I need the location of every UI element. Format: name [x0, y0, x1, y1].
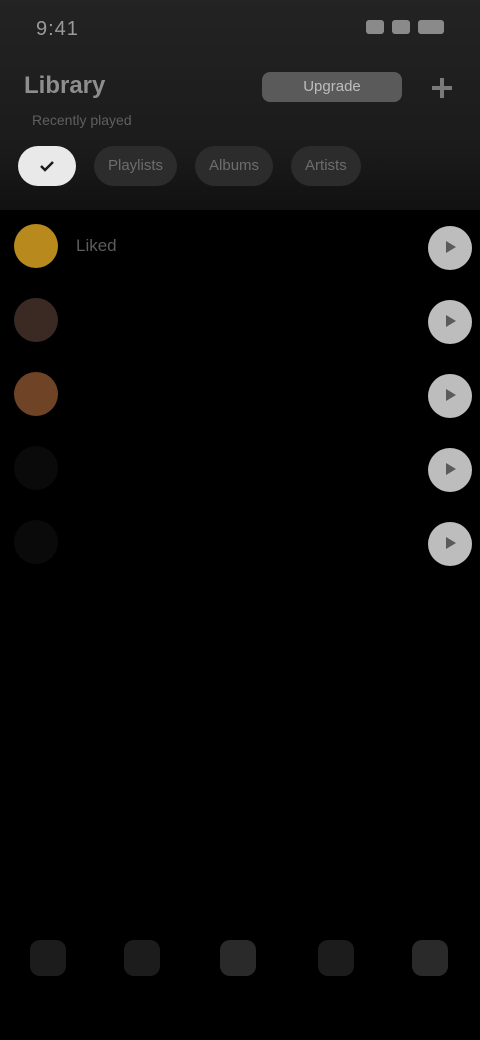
play-icon: [442, 313, 458, 332]
nav-radio[interactable]: [306, 940, 366, 1020]
item-artwork: [14, 298, 58, 342]
home-icon: [30, 940, 66, 976]
signal-icon: [366, 20, 384, 34]
play-icon: [442, 535, 458, 554]
check-icon: [38, 157, 56, 174]
nav-library[interactable]: [208, 940, 268, 1020]
play-icon: [442, 461, 458, 480]
play-button[interactable]: [428, 300, 472, 344]
item-artwork: [14, 520, 58, 564]
list-item[interactable]: [0, 284, 480, 358]
status-bar: 9:41: [0, 0, 480, 60]
item-artwork: [14, 372, 58, 416]
item-artwork: [14, 224, 58, 268]
item-artwork: [14, 446, 58, 490]
page-title: Library: [24, 72, 106, 99]
tab-playlists[interactable]: Playlists: [94, 146, 178, 186]
list-item[interactable]: [0, 506, 480, 580]
tab-albums[interactable]: Albums: [195, 146, 274, 186]
filter-tabs: Playlists Albums Artists: [18, 146, 361, 186]
battery-icon: [418, 20, 444, 34]
item-title: Liked: [76, 236, 117, 255]
play-icon: [442, 239, 458, 258]
nav-search[interactable]: [112, 940, 172, 1020]
play-button[interactable]: [428, 226, 472, 270]
filter-all-chip[interactable]: [18, 146, 76, 186]
status-icons: [366, 20, 444, 34]
top-area: 9:41 Library Upgrade Recently played Pla…: [0, 0, 480, 210]
play-icon: [442, 387, 458, 406]
upgrade-button[interactable]: Upgrade: [262, 72, 402, 102]
play-button[interactable]: [428, 522, 472, 566]
list-item[interactable]: [0, 358, 480, 432]
play-button[interactable]: [428, 374, 472, 418]
profile-icon: [412, 940, 448, 976]
list-item[interactable]: [0, 432, 480, 506]
plus-icon[interactable]: [428, 74, 456, 102]
app-root: 9:41 Library Upgrade Recently played Pla…: [0, 0, 480, 1040]
nav-home[interactable]: [18, 940, 78, 1020]
library-icon: [220, 940, 256, 976]
library-list: Liked: [0, 210, 480, 580]
section-subtitle: Recently played: [32, 112, 132, 128]
wifi-icon: [392, 20, 410, 34]
search-icon: [124, 940, 160, 976]
nav-profile[interactable]: [400, 940, 460, 1020]
header-bar: Library Upgrade: [0, 60, 480, 116]
list-item[interactable]: Liked: [0, 210, 480, 284]
status-time: 9:41: [36, 18, 79, 40]
play-button[interactable]: [428, 448, 472, 492]
tab-artists[interactable]: Artists: [291, 146, 361, 186]
radio-icon: [318, 940, 354, 976]
bottom-nav: [0, 920, 480, 1040]
